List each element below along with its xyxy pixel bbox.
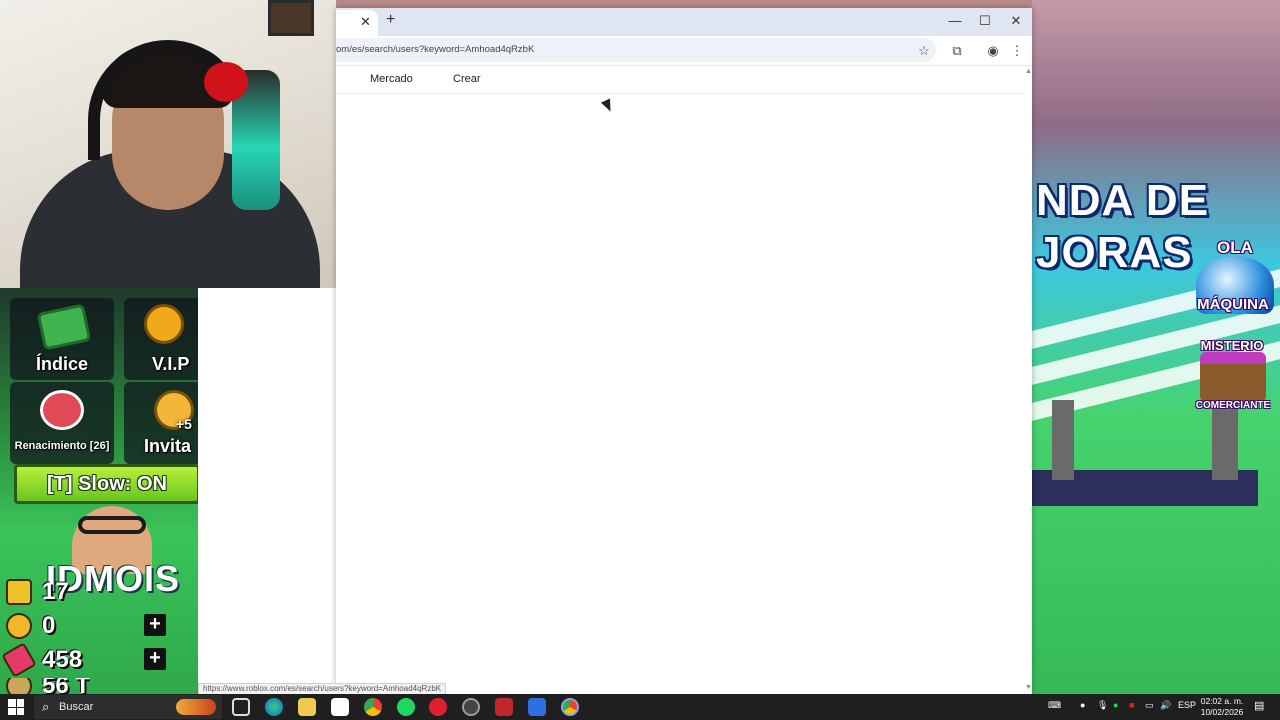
- profile-icon[interactable]: ◉: [984, 42, 1002, 60]
- mystery-title: MISTERIO: [1200, 338, 1264, 353]
- wave-title: OLA: [1217, 238, 1253, 257]
- add-gems-button[interactable]: +: [144, 648, 166, 670]
- edge-icon[interactable]: [265, 698, 283, 716]
- slow-toggle-button[interactable]: [T] Slow: ON: [14, 464, 200, 504]
- site-navbar: Mercado Crear: [336, 66, 1026, 94]
- tiktok-studio-icon[interactable]: [495, 698, 513, 716]
- browser-window: ✕ + — ☐ ✕ om/es/search/users?keyword=Amh…: [336, 8, 1032, 694]
- partial-stat-value: 56 T: [42, 678, 91, 694]
- spotify-tray-icon[interactable]: ●: [1113, 700, 1118, 710]
- merchant-cart-icon: [1200, 352, 1266, 402]
- task-view-icon[interactable]: [232, 698, 250, 716]
- shop-sign-line2: JORAS: [1036, 228, 1193, 277]
- windows-start-icon[interactable]: [8, 699, 24, 715]
- steam-tray-icon[interactable]: ●: [1080, 700, 1085, 710]
- app-tray-icon[interactable]: ■: [1129, 700, 1134, 710]
- rebirth-icon: [40, 390, 84, 430]
- active-tab[interactable]: ✕: [336, 10, 378, 36]
- coin-icon: [6, 613, 32, 639]
- bookmark-star-icon[interactable]: ☆: [915, 42, 933, 60]
- level-value: 17: [42, 578, 69, 605]
- browser-menu-icon[interactable]: ⋮: [1008, 42, 1026, 60]
- clock-time: 02:02 a. m.: [1200, 696, 1244, 706]
- taskbar-search[interactable]: ⌕ Buscar: [34, 695, 222, 719]
- opera-icon[interactable]: [429, 698, 447, 716]
- maximize-button[interactable]: ☐: [975, 13, 995, 29]
- bench-leg: [1052, 400, 1074, 480]
- search-placeholder: Buscar: [59, 701, 94, 713]
- invite-bonus: +5: [176, 416, 192, 432]
- chrome-active-icon[interactable]: [561, 698, 579, 716]
- roblox-studio-icon[interactable]: [528, 698, 546, 716]
- scroll-up-icon[interactable]: ▲: [1025, 68, 1032, 75]
- clock-date: 10/02/2026: [1200, 707, 1244, 717]
- windows-taskbar: ⌕ Buscar ⌨ ● 🎙 ● ■ ▭ 🔊 ESP 02:02 a. m. 1…: [0, 694, 1280, 720]
- tab-bar: ✕ + — ☐ ✕: [336, 8, 1032, 36]
- money-bag-icon: [6, 678, 32, 694]
- picture-frame: [268, 0, 314, 36]
- rose-icon: [204, 62, 248, 102]
- wave-subtitle: MÁQUINA: [1197, 296, 1269, 313]
- tab-close-icon[interactable]: ✕: [360, 14, 371, 30]
- index-button[interactable]: Índice: [10, 298, 114, 380]
- shop-sign-line1: NDA DE: [1036, 176, 1210, 225]
- obs-icon[interactable]: [462, 698, 480, 716]
- address-bar[interactable]: om/es/search/users?keyword=Amhoad4qRzbK: [336, 38, 936, 62]
- mouse-cursor-icon: [600, 98, 616, 114]
- browser-toolbar: om/es/search/users?keyword=Amhoad4qRzbK …: [336, 36, 1032, 66]
- volume-tray-icon[interactable]: 🔊: [1160, 700, 1171, 711]
- vip-button[interactable]: V.I.P: [124, 298, 198, 380]
- new-tab-button[interactable]: +: [386, 11, 395, 29]
- store-icon[interactable]: [331, 698, 349, 716]
- coins-value: 0: [42, 612, 56, 639]
- book-icon: [36, 303, 92, 351]
- rebirth-button[interactable]: Renacimiento [26]: [10, 382, 114, 464]
- level-stat: 17: [6, 576, 69, 608]
- webcam-overlay: [0, 0, 336, 288]
- file-explorer-icon[interactable]: [298, 698, 316, 716]
- extensions-icon[interactable]: ⧉: [948, 42, 966, 60]
- gem-icon: [1, 642, 37, 678]
- nav-market-link[interactable]: Mercado: [370, 73, 413, 85]
- scroll-down-icon[interactable]: ▼: [1025, 684, 1032, 691]
- add-coins-button[interactable]: +: [144, 614, 166, 636]
- mystery-subtitle: COMERCIANTE: [1195, 400, 1271, 411]
- gold-bars-icon: [6, 579, 32, 605]
- mic-tray-icon[interactable]: 🎙: [1097, 700, 1108, 711]
- coins-stat: 0: [6, 610, 55, 642]
- index-label: Índice: [35, 354, 88, 374]
- system-clock[interactable]: 02:02 a. m. 10/02/2026: [1200, 696, 1244, 718]
- network-tray-icon[interactable]: ▭: [1145, 700, 1154, 711]
- notifications-icon[interactable]: ▤: [1254, 699, 1264, 712]
- search-icon: ⌕: [42, 699, 50, 714]
- browser-content-extension: [198, 288, 336, 694]
- chrome-icon[interactable]: [364, 698, 382, 716]
- glasses-icon: [78, 516, 146, 534]
- language-indicator[interactable]: ESP: [1178, 700, 1196, 710]
- search-highlight-icon: [176, 699, 216, 715]
- page-scrollbar[interactable]: ▲ ▼: [1024, 66, 1032, 694]
- rebirth-label: Renacimiento [26]: [14, 440, 110, 452]
- gems-stat: 458: [1, 642, 83, 678]
- minimize-button[interactable]: —: [945, 13, 965, 28]
- close-window-button[interactable]: ✕: [1006, 13, 1026, 29]
- crown-icon: [144, 304, 184, 344]
- invite-button[interactable]: +5 Invita: [124, 382, 198, 464]
- spotify-icon[interactable]: [397, 698, 415, 716]
- nav-create-link[interactable]: Crear: [453, 73, 481, 85]
- keyboard-tray-icon[interactable]: ⌨: [1048, 700, 1061, 711]
- gems-value: 458: [42, 646, 83, 673]
- partial-stat: 56 T: [6, 678, 90, 694]
